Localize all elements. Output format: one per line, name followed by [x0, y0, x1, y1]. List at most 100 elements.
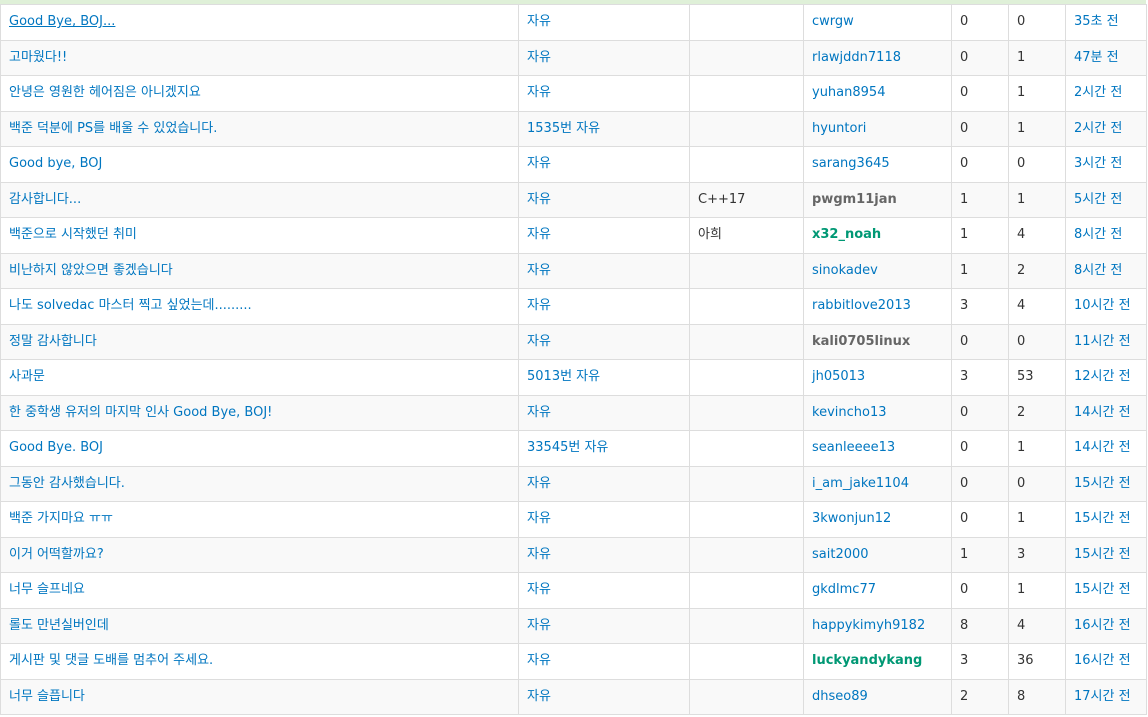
- post-time-link[interactable]: 16시간 전: [1074, 653, 1131, 668]
- post-category-link[interactable]: 자유: [527, 405, 551, 420]
- post-author-link[interactable]: rabbitlove2013: [812, 298, 911, 313]
- post-title-link[interactable]: 비난하지 않았으면 좋겠습니다: [9, 263, 173, 278]
- post-category-link[interactable]: 자유: [527, 547, 551, 562]
- post-time-link[interactable]: 12시간 전: [1074, 369, 1131, 384]
- post-category-link[interactable]: 자유: [527, 653, 551, 668]
- post-author-link[interactable]: cwrgw: [812, 14, 854, 29]
- post-category-link[interactable]: 자유: [527, 85, 551, 100]
- post-category-link[interactable]: 자유: [527, 192, 551, 207]
- post-category-link[interactable]: 자유: [527, 334, 551, 349]
- post-author-link-cell: happykimyh9182: [803, 607, 952, 644]
- post-title-link[interactable]: 안녕은 영원한 헤어짐은 아니겠지요: [9, 85, 201, 100]
- post-likes: 0: [960, 85, 969, 101]
- post-title-link[interactable]: 감사합니다...: [9, 192, 81, 207]
- post-author-link[interactable]: x32_noah: [812, 227, 881, 242]
- post-title-link[interactable]: 사과문: [9, 369, 45, 384]
- post-time-link[interactable]: 15시간 전: [1074, 511, 1131, 526]
- post-category-link[interactable]: 자유: [527, 689, 551, 704]
- post-time-link[interactable]: 16시간 전: [1074, 618, 1131, 633]
- post-time-link[interactable]: 11시간 전: [1074, 334, 1131, 349]
- post-time-link[interactable]: 2시간 전: [1074, 85, 1122, 100]
- post-time-link[interactable]: 35초 전: [1074, 14, 1119, 29]
- post-time-link[interactable]: 14시간 전: [1074, 440, 1131, 455]
- post-title-link[interactable]: Good bye, BOJ: [9, 156, 102, 171]
- post-comments-cell: 1: [1008, 430, 1066, 467]
- post-likes: 3: [960, 298, 969, 314]
- post-title-link[interactable]: 롤도 만년실버인데: [9, 618, 109, 633]
- post-author-link[interactable]: hyuntori: [812, 121, 866, 136]
- post-time-link[interactable]: 47분 전: [1074, 50, 1119, 65]
- post-author-link[interactable]: pwgm11jan: [812, 192, 897, 207]
- post-time-link[interactable]: 15시간 전: [1074, 547, 1131, 562]
- post-author-link[interactable]: seanleeee13: [812, 440, 895, 455]
- post-author-link[interactable]: gkdlmc77: [812, 582, 876, 597]
- post-time-link[interactable]: 3시간 전: [1074, 156, 1122, 171]
- post-title-link-cell: 백준 덕분에 PS를 배울 수 있었습니다.: [0, 110, 519, 147]
- post-category-link[interactable]: 33545번 자유: [527, 440, 608, 455]
- post-title-link[interactable]: 백준으로 시작했던 취미: [9, 227, 137, 242]
- post-category-link[interactable]: 자유: [527, 50, 551, 65]
- post-time-link[interactable]: 17시간 전: [1074, 689, 1131, 704]
- post-category-link[interactable]: 자유: [527, 298, 551, 313]
- post-author-link[interactable]: jh05013: [812, 369, 865, 384]
- post-language-cell: [689, 643, 804, 680]
- post-author-link[interactable]: kali0705linux: [812, 334, 910, 349]
- post-author-link-cell: kali0705linux: [803, 323, 952, 360]
- post-category-link[interactable]: 자유: [527, 263, 551, 278]
- post-author-link[interactable]: sinokadev: [812, 263, 878, 278]
- post-language-cell: [689, 146, 804, 183]
- post-title-link[interactable]: 그동안 감사했습니다.: [9, 476, 125, 491]
- post-category-link[interactable]: 1535번 자유: [527, 121, 600, 136]
- post-time-link[interactable]: 8시간 전: [1074, 263, 1122, 278]
- post-comments: 2: [1017, 404, 1026, 420]
- post-time-link-cell: 15시간 전: [1065, 465, 1147, 502]
- post-category-link-cell: 자유: [518, 181, 690, 218]
- post-author-link[interactable]: sarang3645: [812, 156, 890, 171]
- post-category-link[interactable]: 자유: [527, 227, 551, 242]
- post-author-link[interactable]: i_am_jake1104: [812, 476, 909, 491]
- post-title-link[interactable]: 백준 덕분에 PS를 배울 수 있었습니다.: [9, 121, 217, 136]
- post-time-link[interactable]: 15시간 전: [1074, 582, 1131, 597]
- post-time-link-cell: 15시간 전: [1065, 536, 1147, 573]
- post-title-link[interactable]: 너무 슬픕니다: [9, 689, 85, 704]
- post-author-link-cell: sait2000: [803, 536, 952, 573]
- post-title-link[interactable]: 나도 solvedac 마스터 찍고 싶었는데.........: [9, 298, 252, 313]
- post-category-link-cell: 33545번 자유: [518, 430, 690, 467]
- post-title-link[interactable]: 이거 어떡할까요?: [9, 547, 104, 562]
- post-title-link[interactable]: 고마웠다!!: [9, 50, 67, 65]
- post-likes: 0: [960, 156, 969, 172]
- post-title-link[interactable]: 백준 가지마요 ㅠㅠ: [9, 511, 113, 526]
- post-author-link[interactable]: kevincho13: [812, 405, 887, 420]
- post-time-link[interactable]: 2시간 전: [1074, 121, 1122, 136]
- post-category-link[interactable]: 자유: [527, 156, 551, 171]
- post-author-link[interactable]: dhseo89: [812, 689, 868, 704]
- post-time-link[interactable]: 10시간 전: [1074, 298, 1131, 313]
- post-category-link[interactable]: 자유: [527, 511, 551, 526]
- post-category-link[interactable]: 자유: [527, 582, 551, 597]
- post-title-link[interactable]: 한 중학생 유저의 마지막 인사 Good Bye, BOJ!: [9, 405, 272, 420]
- table-row: 백준 가지마요 ㅠㅠ 자유 3kwonjun12 0 1 15시간 전: [0, 501, 1147, 538]
- post-category-link[interactable]: 자유: [527, 618, 551, 633]
- post-time-link[interactable]: 15시간 전: [1074, 476, 1131, 491]
- post-category-link[interactable]: 자유: [527, 14, 551, 29]
- post-comments-cell: 1: [1008, 75, 1066, 112]
- post-time-link[interactable]: 5시간 전: [1074, 192, 1122, 207]
- post-author-link[interactable]: happykimyh9182: [812, 618, 925, 633]
- post-title-link[interactable]: Good Bye, BOJ...: [9, 14, 115, 29]
- post-title-link[interactable]: Good Bye. BOJ: [9, 440, 103, 455]
- post-title-link[interactable]: 너무 슬프네요: [9, 582, 85, 597]
- post-title-link-cell: Good Bye, BOJ...: [0, 4, 519, 41]
- post-category-link[interactable]: 5013번 자유: [527, 369, 600, 384]
- post-time-link[interactable]: 8시간 전: [1074, 227, 1122, 242]
- post-author-link[interactable]: rlawjddn7118: [812, 50, 901, 65]
- post-comments: 1: [1017, 49, 1026, 65]
- post-category-link[interactable]: 자유: [527, 476, 551, 491]
- post-author-link[interactable]: yuhan8954: [812, 85, 885, 100]
- post-title-link[interactable]: 게시판 및 댓글 도배를 멈추어 주세요.: [9, 653, 213, 668]
- post-author-link[interactable]: 3kwonjun12: [812, 511, 891, 526]
- post-author-link[interactable]: sait2000: [812, 547, 869, 562]
- post-language-cell: [689, 394, 804, 431]
- post-author-link[interactable]: luckyandykang: [812, 653, 922, 668]
- post-time-link[interactable]: 14시간 전: [1074, 405, 1131, 420]
- post-title-link[interactable]: 정말 감사합니다: [9, 334, 97, 349]
